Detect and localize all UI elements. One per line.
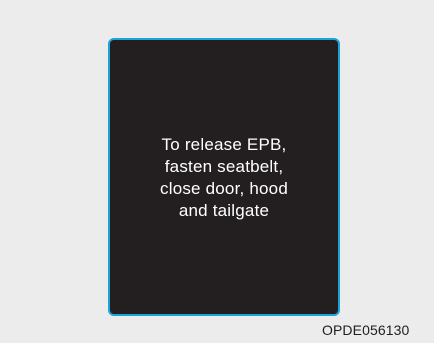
warning-line-3: close door, hood (160, 179, 288, 198)
warning-line-1: To release EPB, (161, 135, 287, 154)
figure-code-label: OPDE056130 (322, 322, 410, 338)
warning-line-2: fasten seatbelt, (164, 157, 284, 176)
warning-line-4: and tailgate (178, 201, 270, 220)
cluster-display-screen: To release EPB, fasten seatbelt, close d… (108, 38, 340, 316)
epb-warning-message: To release EPB, fasten seatbelt, close d… (160, 134, 288, 222)
